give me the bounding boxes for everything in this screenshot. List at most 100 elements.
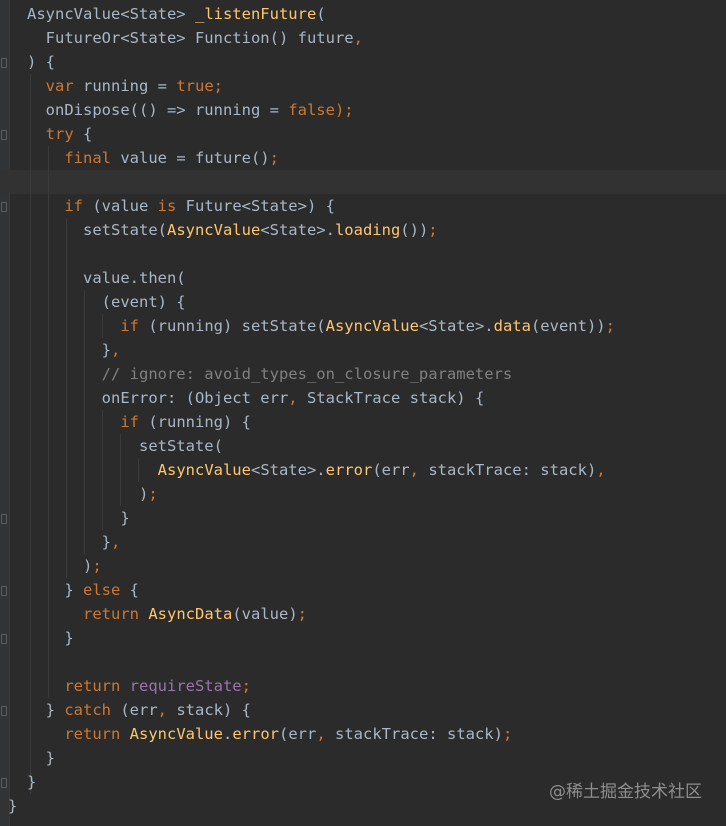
code-token: ; [428,221,438,239]
code-token: ; [605,317,615,335]
code-token: Future<State>) { [185,197,335,215]
code-token: onError: (Object err [27,389,289,407]
code-token: setState( [27,221,167,239]
fold-marker-icon[interactable] [1,634,7,644]
editor-gutter[interactable] [0,0,10,826]
code-line[interactable]: return AsyncValue.error(err, stackTrace:… [27,722,512,746]
code-token: false [288,101,335,119]
code-line[interactable]: ) { [27,50,55,74]
code-token: onDispose(() => running = [27,101,289,119]
code-line[interactable]: (event) { [27,290,186,314]
code-token: ; [297,605,307,623]
code-token: value.then( [27,269,186,287]
fold-marker-icon[interactable] [1,130,7,140]
code-token: ; [92,557,102,575]
code-token: requireState [129,677,242,695]
code-line[interactable]: } [27,746,55,770]
code-line[interactable]: final value = future(); [27,146,279,170]
code-token: (running) { [148,413,251,431]
code-token: ; [502,725,513,743]
code-line[interactable]: setState(AsyncValue<State>.loading()); [27,218,438,242]
code-token: return [64,677,130,695]
fold-marker-icon[interactable] [1,706,7,716]
code-line[interactable]: }, [27,338,121,362]
fold-marker-icon[interactable] [1,586,7,596]
code-line[interactable]: } [27,506,129,530]
code-line[interactable]: if (running) setState(AsyncValue<State>.… [27,314,615,338]
code-line[interactable]: if (running) { [27,410,251,434]
code-line[interactable]: FutureOr<State> Function() future, [27,26,363,50]
code-token: ) { [27,53,55,71]
code-line[interactable]: } [27,626,74,650]
code-token: (running) setState( [148,317,326,335]
code-line[interactable]: setState( [27,434,223,458]
code-line[interactable]: try { [27,122,93,146]
code-token: data [493,317,531,335]
code-line[interactable]: } [8,794,17,818]
code-line[interactable]: } [27,770,36,794]
fold-marker-icon[interactable] [1,514,7,524]
code-token: try [45,125,83,143]
code-token: final [64,149,121,167]
fold-marker-icon[interactable] [1,58,7,68]
code-token: AsyncValue [157,461,251,479]
code-line[interactable]: AsyncValue<State>.error(err, stackTrace:… [27,458,606,482]
code-line[interactable]: value.then( [27,266,186,290]
code-line[interactable]: } catch (err, stack) { [27,698,251,722]
code-token: catch [64,701,121,719]
code-token: } [27,629,74,647]
code-token: StackTrace stack) { [306,389,485,407]
fold-marker-icon[interactable] [1,202,7,212]
code-token: var [45,77,83,95]
code-token: AsyncValue<State> [27,5,195,23]
code-line[interactable]: onDispose(() => running = false); [27,98,354,122]
code-line[interactable]: onError: (Object err, StackTrace stack) … [27,386,485,410]
code-editor[interactable]: AsyncValue<State> _listenFuture( FutureO… [0,0,726,826]
code-token: ) [27,557,93,575]
code-token: _listenFuture [194,5,317,23]
code-token: } [27,701,65,719]
code-line[interactable]: }, [27,530,121,554]
code-token: , [111,533,121,551]
code-line[interactable]: // ignore: avoid_types_on_closure_parame… [27,362,513,386]
code-token: value = future() [120,149,270,167]
code-token: // ignore: avoid_types_on_closure_parame… [27,365,513,383]
code-line[interactable]: ); [27,482,158,506]
code-token: ()) [400,221,429,239]
code-line[interactable]: ); [27,554,102,578]
code-token: loading [334,221,401,239]
code-token: FutureOr<State> Function() future [27,29,354,47]
code-token: , [409,461,429,479]
fold-marker-icon[interactable] [1,778,7,788]
code-line[interactable]: var running = true; [27,74,223,98]
code-token: stackTrace: stack) [428,461,597,479]
code-token: <State>. [260,221,335,239]
code-token: { [129,581,140,599]
code-line[interactable]: return requireState; [27,674,251,698]
code-token: , [596,461,606,479]
code-line[interactable]: AsyncValue<State> _listenFuture( [27,2,326,26]
code-line[interactable]: } else { [27,578,139,602]
code-token: ) [27,485,149,503]
code-line[interactable]: return AsyncData(value); [27,602,307,626]
code-token: ( [316,5,326,23]
code-token: } [27,749,55,767]
code-token: stack) { [176,701,251,719]
code-token: AsyncValue [325,317,419,335]
watermark: @稀土掘金技术社区 [549,782,702,802]
code-token: return [83,605,149,623]
code-token: (value [92,197,158,215]
code-line[interactable]: if (value is Future<State>) { [27,194,335,218]
code-token: , [111,341,121,359]
code-token: running = [83,77,177,95]
code-token: } [27,533,111,551]
code-token: else [83,581,130,599]
code-token: } [27,341,111,359]
code-token: , [353,29,363,47]
code-token: ; [241,677,251,695]
code-token: error [232,725,279,743]
